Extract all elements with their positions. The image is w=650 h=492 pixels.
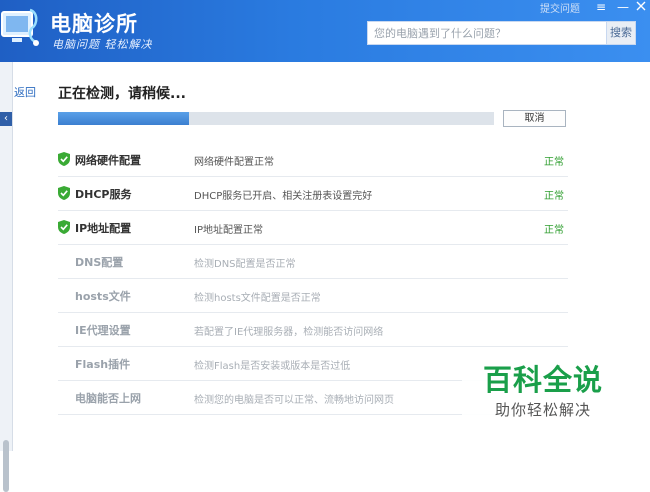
check-row: DNS配置 检测DNS配置是否正常: [58, 244, 568, 279]
watermark-title: 百科全说: [482, 363, 603, 397]
check-description: 网络硬件配置正常: [194, 157, 274, 168]
cancel-button[interactable]: 取消: [503, 110, 566, 127]
green-check-icon: [58, 219, 70, 234]
watermark-subtitle: 助你轻松解决: [494, 401, 591, 419]
scrollbar-thumb[interactable]: [3, 440, 9, 492]
check-name: hosts文件: [75, 290, 131, 303]
check-name: DNS配置: [75, 256, 124, 269]
check-description: IP地址配置正常: [194, 225, 263, 236]
left-sidebar: ‹: [0, 62, 13, 492]
check-name: IP地址配置: [75, 222, 132, 235]
check-name: Flash插件: [75, 358, 131, 371]
minimize-icon[interactable]: —: [615, 0, 631, 14]
check-row: 网络硬件配置 网络硬件配置正常 正常: [58, 142, 568, 177]
check-description: 检测DNS配置是否正常: [194, 259, 296, 270]
collapse-arrow-icon[interactable]: ‹: [0, 112, 12, 126]
close-icon[interactable]: [633, 0, 649, 14]
feedback-link[interactable]: 提交问题: [540, 0, 580, 15]
green-check-icon: [58, 185, 70, 200]
check-description: DHCP服务已开启、相关注册表设置完好: [194, 191, 373, 202]
check-description: 检测Flash是否安装或版本是否过低: [194, 361, 351, 372]
check-row: hosts文件 检测hosts文件配置是否正常: [58, 278, 568, 313]
scan-progress-bar: [58, 112, 494, 125]
watermark-badge: 百科全说 助你轻松解决: [462, 347, 624, 427]
menu-icon[interactable]: ≡: [593, 0, 609, 14]
search-button[interactable]: 搜索: [606, 21, 636, 45]
check-status: 正常: [544, 157, 564, 168]
search-input[interactable]: 您的电脑遇到了什么问题？: [367, 21, 606, 45]
green-check-icon: [58, 151, 70, 166]
check-description: 检测hosts文件配置是否正常: [194, 293, 321, 304]
check-name: 网络硬件配置: [75, 154, 141, 167]
check-description: 检测您的电脑是否可以正常、流畅地访问网页: [194, 395, 394, 406]
check-row: DHCP服务 DHCP服务已开启、相关注册表设置完好 正常: [58, 176, 568, 211]
back-link[interactable]: 返回: [14, 84, 36, 100]
check-status: 正常: [544, 191, 564, 202]
check-row: IP地址配置 IP地址配置正常 正常: [58, 210, 568, 245]
check-status: 正常: [544, 225, 564, 236]
app-header: 电脑诊所 电脑问题 轻松解决 提交问题 ≡ — 您的电脑遇到了什么问题？ 搜索: [0, 0, 650, 62]
app-title: 电脑诊所: [50, 12, 138, 36]
check-row: IE代理设置 若配置了IE代理服务器，检测能否访问网络: [58, 312, 568, 347]
progress-fill: [58, 112, 189, 125]
app-slogan: 电脑问题 轻松解决: [52, 38, 153, 51]
check-description: 若配置了IE代理服务器，检测能否访问网络: [194, 327, 384, 338]
check-name: 电脑能否上网: [75, 392, 141, 405]
check-name: DHCP服务: [75, 188, 132, 201]
check-name: IE代理设置: [75, 324, 131, 337]
scan-status-title: 正在检测，请稍候...: [58, 86, 186, 102]
stethoscope-logo-icon: [0, 6, 40, 48]
